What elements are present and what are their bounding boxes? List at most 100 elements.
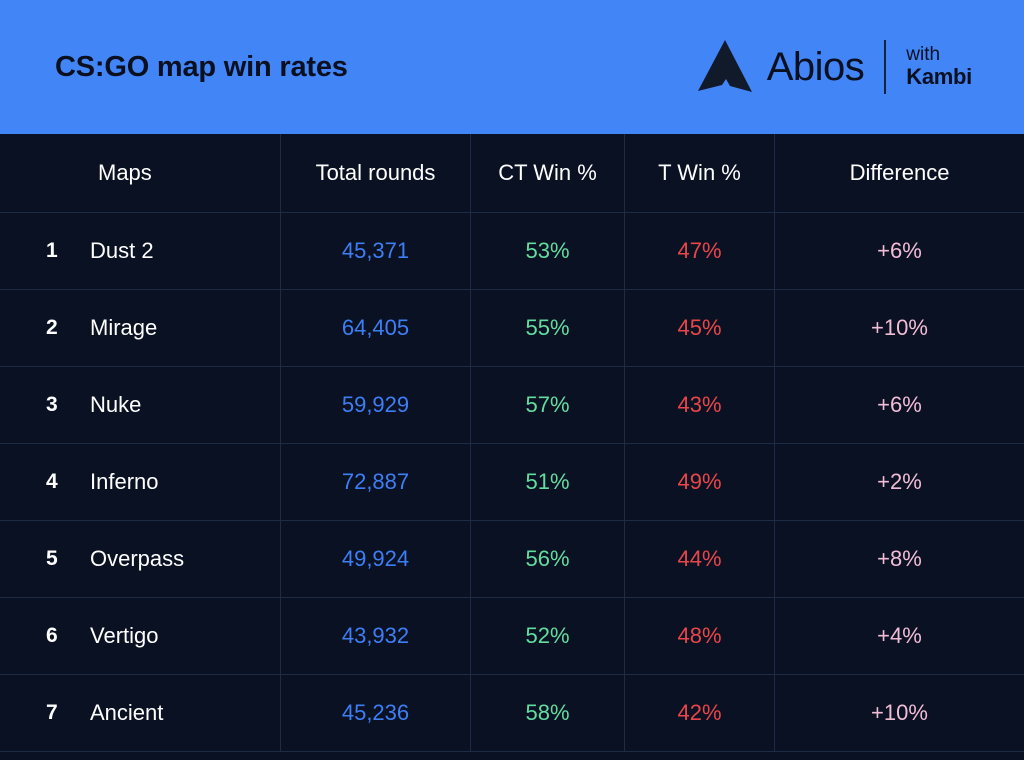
- cell-total-rounds: 45,371: [281, 213, 471, 289]
- value-ct-win: 58%: [525, 700, 570, 725]
- cell-ct-win: 51%: [471, 444, 625, 520]
- value-difference: +2%: [877, 469, 922, 494]
- cell-map: 4 Inferno: [0, 444, 281, 520]
- table-row: 1 Dust 2 45,371 53% 47% +6%: [0, 213, 1024, 290]
- table-row: 4 Inferno 72,887 51% 49% +2%: [0, 444, 1024, 521]
- value-ct-win: 52%: [525, 623, 570, 648]
- value-total-rounds: 72,887: [341, 469, 410, 494]
- cell-t-win: 44%: [625, 521, 775, 597]
- value-t-win: 44%: [677, 546, 722, 571]
- table-row: 2 Mirage 64,405 55% 45% +10%: [0, 290, 1024, 367]
- cell-difference: +4%: [775, 598, 1024, 674]
- cell-total-rounds: 49,924: [281, 521, 471, 597]
- row-map-name: Mirage: [90, 315, 158, 340]
- table-row: 3 Nuke 59,929 57% 43% +6%: [0, 367, 1024, 444]
- value-difference: +4%: [877, 623, 922, 648]
- row-rank: 5: [46, 547, 58, 570]
- cell-total-rounds: 45,236: [281, 675, 471, 751]
- column-header-total-rounds: Total rounds: [281, 134, 471, 212]
- value-t-win: 48%: [677, 623, 722, 648]
- value-ct-win: 51%: [525, 469, 570, 494]
- cell-ct-win: 58%: [471, 675, 625, 751]
- column-header-ct-win: CT Win %: [471, 134, 625, 212]
- brand-lockup: Abios with Kambi: [697, 38, 972, 96]
- table-header-row: Maps Total rounds CT Win % T Win % Diffe…: [0, 134, 1024, 213]
- value-t-win: 42%: [677, 700, 722, 725]
- cell-map: 6 Vertigo: [0, 598, 281, 674]
- cell-difference: +6%: [775, 213, 1024, 289]
- value-t-win: 45%: [677, 315, 722, 340]
- cell-map: 1 Dust 2: [0, 213, 281, 289]
- table-row: 7 Ancient 45,236 58% 42% +10%: [0, 675, 1024, 752]
- partner-prefix: with: [906, 43, 941, 65]
- cell-ct-win: 52%: [471, 598, 625, 674]
- value-total-rounds: 45,236: [341, 700, 410, 725]
- row-rank: 4: [46, 470, 58, 493]
- cell-t-win: 48%: [625, 598, 775, 674]
- cell-t-win: 43%: [625, 367, 775, 443]
- value-difference: +6%: [877, 238, 922, 263]
- row-map-name: Nuke: [90, 392, 142, 417]
- cell-t-win: 42%: [625, 675, 775, 751]
- header-banner: CS:GO map win rates Abios with Kambi: [0, 0, 1024, 134]
- table-body: 1 Dust 2 45,371 53% 47% +6% 2 Mirage 64,405 55% 45…: [0, 213, 1024, 752]
- cell-ct-win: 55%: [471, 290, 625, 366]
- row-map-name: Ancient: [90, 700, 164, 725]
- cell-ct-win: 56%: [471, 521, 625, 597]
- value-difference: +6%: [877, 392, 922, 417]
- row-map-name: Dust 2: [90, 238, 154, 263]
- row-rank: 7: [46, 701, 58, 724]
- value-total-rounds: 59,929: [341, 392, 410, 417]
- cell-total-rounds: 72,887: [281, 444, 471, 520]
- row-rank: 3: [46, 393, 58, 416]
- value-total-rounds: 43,932: [341, 623, 410, 648]
- abios-arrow-logo-icon: [697, 38, 753, 96]
- cell-difference: +8%: [775, 521, 1024, 597]
- cell-difference: +6%: [775, 367, 1024, 443]
- value-difference: +10%: [871, 315, 928, 340]
- value-ct-win: 57%: [525, 392, 570, 417]
- page-title: CS:GO map win rates: [55, 50, 348, 83]
- row-map-name: Vertigo: [90, 623, 159, 648]
- cell-total-rounds: 43,932: [281, 598, 471, 674]
- cell-difference: +2%: [775, 444, 1024, 520]
- brand-name: Abios: [766, 45, 865, 89]
- value-t-win: 49%: [677, 469, 722, 494]
- value-difference: +10%: [871, 700, 928, 725]
- brand-divider: [884, 40, 887, 94]
- cell-t-win: 49%: [625, 444, 775, 520]
- row-map-name: Overpass: [90, 546, 185, 571]
- cell-map: 7 Ancient: [0, 675, 281, 751]
- value-ct-win: 55%: [525, 315, 570, 340]
- value-total-rounds: 45,371: [341, 238, 410, 263]
- cell-difference: +10%: [775, 290, 1024, 366]
- column-header-t-win: T Win %: [625, 134, 775, 212]
- cell-total-rounds: 64,405: [281, 290, 471, 366]
- value-t-win: 43%: [677, 392, 722, 417]
- cell-ct-win: 53%: [471, 213, 625, 289]
- partner-name: Kambi: [906, 64, 972, 90]
- map-win-rates-table: Maps Total rounds CT Win % T Win % Diffe…: [0, 134, 1024, 752]
- cell-difference: +10%: [775, 675, 1024, 751]
- partner-lockup: with Kambi: [906, 43, 972, 90]
- row-rank: 6: [46, 624, 58, 647]
- column-header-maps: Maps: [0, 134, 281, 212]
- cell-t-win: 47%: [625, 213, 775, 289]
- value-t-win: 47%: [677, 238, 722, 263]
- table-row: 5 Overpass 49,924 56% 44% +8%: [0, 521, 1024, 598]
- cell-t-win: 45%: [625, 290, 775, 366]
- cell-map: 3 Nuke: [0, 367, 281, 443]
- value-ct-win: 53%: [525, 238, 570, 263]
- infographic-page: CS:GO map win rates Abios with Kambi Map…: [0, 0, 1024, 760]
- column-header-difference: Difference: [849, 160, 950, 185]
- row-rank: 1: [46, 239, 58, 262]
- cell-total-rounds: 59,929: [281, 367, 471, 443]
- value-ct-win: 56%: [525, 546, 570, 571]
- value-total-rounds: 64,405: [341, 315, 410, 340]
- value-difference: +8%: [877, 546, 922, 571]
- cell-map: 2 Mirage: [0, 290, 281, 366]
- cell-map: 5 Overpass: [0, 521, 281, 597]
- row-rank: 2: [46, 316, 58, 339]
- row-map-name: Inferno: [90, 469, 159, 494]
- value-total-rounds: 49,924: [341, 546, 410, 571]
